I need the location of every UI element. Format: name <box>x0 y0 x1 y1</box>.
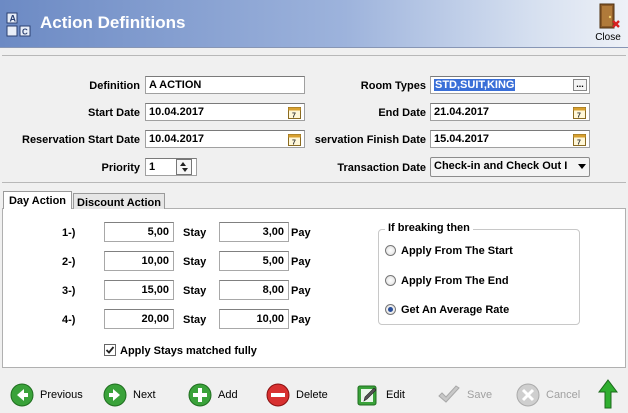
chevron-down-icon <box>578 164 586 169</box>
arrow-up-icon[interactable] <box>598 379 618 409</box>
svg-text:C: C <box>22 28 28 37</box>
next-label: Next <box>133 389 156 401</box>
add-button[interactable]: Add <box>188 383 243 407</box>
minus-icon <box>266 383 290 407</box>
svg-text:7: 7 <box>577 140 581 147</box>
svg-text:7: 7 <box>577 113 581 120</box>
tab-discount-action[interactable]: Discount Action <box>73 193 165 209</box>
cancel-x-icon <box>516 383 540 407</box>
row-3-label: 3-) <box>62 285 76 297</box>
svg-text:7: 7 <box>292 140 296 147</box>
tab-day-action[interactable]: Day Action <box>3 191 72 209</box>
row-4-pay-input[interactable]: 10,00 <box>219 309 289 329</box>
definition-label: Definition <box>89 80 140 92</box>
apply-stays-label: Apply Stays matched fully <box>120 345 257 357</box>
room-types-input[interactable]: STD,SUIT,KING ... <box>430 76 590 94</box>
priority-value: 1 <box>149 161 156 173</box>
checkmark-icon <box>438 385 460 403</box>
row-3-pay-input[interactable]: 8,00 <box>219 280 289 300</box>
row-3-stay-label: Stay <box>183 285 207 297</box>
row-2-pay-label: Pay <box>291 256 311 268</box>
previous-label: Previous <box>40 389 83 401</box>
spinner-arrows-icon[interactable] <box>176 159 192 175</box>
reservation-finish-date-value: 15.04.2017 <box>434 133 490 145</box>
row-2-pay-input[interactable]: 5,00 <box>219 251 289 271</box>
average-rate-label: Get An Average Rate <box>401 304 510 316</box>
cancel-label: Cancel <box>546 389 581 401</box>
row-4-label: 4-) <box>62 314 76 326</box>
delete-button[interactable]: Delete <box>266 383 336 407</box>
reservation-start-date-input[interactable]: 10.04.2017 7 <box>145 130 305 148</box>
start-date-value: 10.04.2017 <box>149 106 205 118</box>
close-button[interactable]: Close <box>592 2 624 44</box>
reservation-start-date-label: Reservation Start Date <box>22 134 140 146</box>
plus-icon <box>188 383 212 407</box>
reservation-finish-date-label: servation Finish Date <box>314 134 426 146</box>
start-date-label: Start Date <box>88 107 140 119</box>
arrow-right-icon <box>103 383 127 407</box>
reservation-start-date-value: 10.04.2017 <box>149 133 205 145</box>
svg-text:7: 7 <box>292 113 296 120</box>
edit-label: Edit <box>386 389 405 401</box>
room-types-browse-button[interactable]: ... <box>573 79 587 91</box>
row-3-stay-input[interactable]: 15,00 <box>104 280 174 300</box>
checkmark-icon <box>105 346 115 354</box>
window-title: Action Definitions <box>40 13 186 32</box>
row-1-pay-label: Pay <box>291 227 311 239</box>
close-label: Close <box>595 32 621 43</box>
row-1-stay-input[interactable]: 5,00 <box>104 222 174 242</box>
arrow-left-icon <box>10 383 34 407</box>
apply-from-end-radio[interactable] <box>385 275 396 286</box>
room-types-value: STD,SUIT,KING <box>434 79 516 91</box>
breaking-group-title: If breaking then <box>385 222 473 234</box>
abc-blocks-icon: A C <box>6 12 31 37</box>
room-types-label: Room Types <box>360 80 426 92</box>
end-date-input[interactable]: 21.04.2017 7 <box>430 103 590 121</box>
previous-button[interactable]: Previous <box>10 383 90 407</box>
bottom-toolbar: Previous Next Add Delete Edit Save Cance… <box>0 373 628 413</box>
priority-label: Priority <box>101 162 140 174</box>
close-door-icon <box>599 3 620 29</box>
row-1-label: 1-) <box>62 227 76 239</box>
next-button[interactable]: Next <box>103 383 163 407</box>
definition-input[interactable]: A ACTION <box>145 76 305 94</box>
reservation-finish-date-input[interactable]: 15.04.2017 7 <box>430 130 590 148</box>
calendar-icon[interactable]: 7 <box>573 106 586 119</box>
calendar-icon[interactable]: 7 <box>573 133 586 146</box>
row-4-stay-input[interactable]: 20,00 <box>104 309 174 329</box>
edit-pencil-icon <box>357 385 377 406</box>
window-header: A C Action Definitions Close <box>0 0 628 48</box>
end-date-label: End Date <box>378 107 426 119</box>
row-4-stay-label: Stay <box>183 314 207 326</box>
cancel-button[interactable]: Cancel <box>516 383 584 407</box>
save-label: Save <box>467 389 493 401</box>
delete-label: Delete <box>296 389 328 401</box>
apply-stays-checkbox[interactable] <box>104 344 116 356</box>
tab-day-action-label: Day Action <box>8 195 67 207</box>
row-1-pay-input[interactable]: 3,00 <box>219 222 289 242</box>
add-label: Add <box>218 389 238 401</box>
apply-from-start-radio[interactable] <box>385 245 396 256</box>
end-date-value: 21.04.2017 <box>434 106 490 118</box>
transaction-date-select[interactable]: Check-in and Check Out I <box>430 157 590 177</box>
start-date-input[interactable]: 10.04.2017 7 <box>145 103 305 121</box>
transaction-date-label: Transaction Date <box>337 162 426 174</box>
row-4-pay-label: Pay <box>291 314 311 326</box>
row-1-stay-label: Stay <box>183 227 207 239</box>
save-button[interactable]: Save <box>437 383 497 407</box>
apply-from-end-label: Apply From The End <box>401 275 509 287</box>
priority-stepper[interactable]: 1 <box>145 158 197 176</box>
tab-discount-action-label: Discount Action <box>77 197 161 209</box>
average-rate-radio[interactable] <box>385 304 396 315</box>
row-3-pay-label: Pay <box>291 285 311 297</box>
row-2-stay-label: Stay <box>183 256 207 268</box>
row-2-stay-input[interactable]: 10,00 <box>104 251 174 271</box>
svg-text:A: A <box>10 14 17 24</box>
row-2-label: 2-) <box>62 256 76 268</box>
apply-from-start-label: Apply From The Start <box>401 245 513 257</box>
transaction-date-value: Check-in and Check Out I <box>434 160 568 172</box>
edit-button[interactable]: Edit <box>356 383 411 407</box>
